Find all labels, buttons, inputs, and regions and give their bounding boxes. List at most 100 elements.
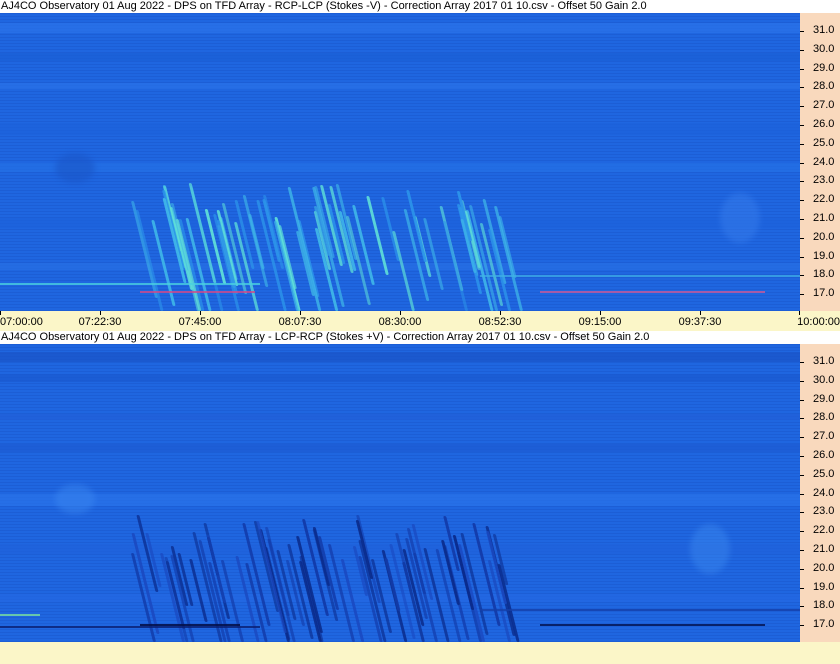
freq-tick-mark	[800, 106, 804, 108]
freq-tick-label: 25.0	[813, 136, 835, 149]
noise-band	[0, 23, 800, 33]
time-tick-label: 08:30:00	[378, 316, 422, 328]
freq-tick-label: 30.0	[813, 373, 835, 386]
time-tick-label: 07:00:00	[0, 316, 43, 328]
rfi-line	[540, 624, 765, 626]
freq-tick-label: 29.0	[813, 61, 835, 74]
freq-tick-label: 27.0	[813, 430, 835, 443]
freq-tick-mark	[800, 550, 804, 551]
freq-tick-label: 22.0	[813, 193, 835, 206]
freq-tick-mark	[800, 399, 804, 401]
freq-tick-label: 20.0	[813, 561, 835, 574]
freq-tick-label: 18.0	[813, 268, 835, 281]
noise-band	[0, 352, 800, 362]
freq-tick-label: 20.0	[813, 230, 835, 243]
frequency-axis-top: 31.0 30.0 29.0 28.0 27.0 26.0 25.0 24.0 23.0 22.0…	[800, 13, 840, 311]
noise-band	[0, 414, 800, 420]
time-tick-mark	[700, 311, 701, 315]
freq-tick-label: 26.0	[813, 118, 835, 130]
time-tick-label: 09:37:30	[678, 316, 722, 328]
freq-tick-mark	[800, 68, 804, 70]
freq-tick-mark	[800, 87, 804, 89]
time-tick-mark	[600, 311, 601, 315]
freq-tick-mark	[800, 256, 804, 258]
freq-tick-label: 30.0	[813, 42, 835, 55]
freq-tick-label: 23.0	[813, 505, 835, 518]
time-tick-label: 10:00:00	[797, 316, 840, 328]
noise-blob	[55, 153, 95, 183]
freq-tick-mark	[800, 162, 804, 164]
panel-1-title: AJ4CO Observatory 01 Aug 2022 - DPS on T…	[0, 0, 840, 13]
rfi-line	[0, 626, 260, 628]
noise-band	[0, 83, 800, 89]
bottom-time-strip	[0, 642, 840, 664]
time-tick-label: 08:52:30	[478, 316, 522, 328]
noise-blob	[55, 484, 95, 514]
freq-tick-label: 24.0	[813, 155, 835, 168]
freq-tick-mark	[800, 568, 804, 570]
time-tick-mark	[0, 311, 1, 315]
frequency-axis-bottom: 31.0 30.0 29.0 28.0 27.0 26.0 25.0 24.0 23.0 22.0…	[800, 344, 840, 642]
spectrogram-lcp-rcp[interactable]	[0, 344, 800, 642]
freq-tick-label: 27.0	[813, 99, 835, 112]
noise-blob	[720, 193, 760, 243]
panel-2-title: AJ4CO Observatory 01 Aug 2022 - DPS on T…	[0, 331, 840, 344]
burst-streak	[423, 218, 445, 291]
freq-tick-label: 31.0	[813, 24, 835, 36]
rfi-line	[140, 624, 240, 626]
time-tick-label: 09:15:00	[578, 316, 622, 328]
rfi-line	[140, 291, 255, 293]
freq-tick-label: 26.0	[813, 449, 835, 461]
time-tick-label: 07:22:30	[78, 316, 122, 328]
freq-tick-label: 18.0	[813, 599, 835, 612]
time-tick-mark	[400, 311, 401, 315]
freq-tick-mark	[800, 275, 804, 277]
noise-band	[0, 218, 800, 228]
freq-tick-mark	[800, 143, 804, 145]
freq-tick-mark	[800, 200, 804, 202]
freq-tick-label: 31.0	[813, 355, 835, 367]
freq-tick-label: 28.0	[813, 80, 835, 93]
freq-tick-mark	[800, 512, 804, 514]
noise-band	[0, 494, 800, 506]
freq-tick-mark	[800, 625, 804, 627]
time-tick-mark	[300, 311, 301, 315]
freq-tick-mark	[800, 474, 804, 476]
time-tick-mark	[500, 311, 501, 315]
freq-tick-mark	[800, 294, 804, 296]
freq-tick-mark	[800, 181, 804, 183]
freq-tick-mark	[800, 219, 804, 220]
freq-tick-label: 24.0	[813, 486, 835, 499]
freq-tick-mark	[800, 418, 804, 420]
freq-tick-label: 17.0	[813, 287, 835, 300]
spectrogram-rcp-lcp[interactable]	[0, 13, 800, 311]
time-tick-label: 08:07:30	[278, 316, 322, 328]
freq-tick-mark	[800, 437, 804, 439]
freq-tick-mark	[800, 31, 804, 32]
time-tick-label: 07:45:00	[178, 316, 222, 328]
freq-tick-mark	[800, 362, 804, 363]
noise-blob	[690, 524, 730, 574]
freq-tick-mark	[800, 456, 804, 457]
freq-tick-mark	[800, 380, 804, 382]
time-axis: 07:00:00 07:22:30 07:45:00 08:07:30 08:30:00…	[0, 311, 840, 331]
freq-tick-mark	[800, 125, 804, 126]
noise-band	[0, 163, 800, 172]
time-tick-mark	[100, 311, 101, 315]
freq-tick-label: 29.0	[813, 392, 835, 405]
noise-band	[0, 594, 800, 602]
freq-tick-label: 17.0	[813, 618, 835, 631]
freq-tick-mark	[800, 237, 804, 239]
freq-tick-label: 19.0	[813, 580, 835, 593]
freq-tick-mark	[800, 531, 804, 533]
rfi-line	[540, 291, 765, 293]
time-tick-mark	[799, 311, 800, 315]
freq-tick-mark	[800, 493, 804, 495]
rfi-line	[480, 609, 800, 611]
freq-tick-label: 21.0	[813, 212, 835, 224]
freq-tick-label: 28.0	[813, 411, 835, 424]
rfi-line	[0, 614, 40, 616]
noise-band	[0, 123, 800, 135]
freq-tick-label: 23.0	[813, 174, 835, 187]
freq-tick-mark	[800, 587, 804, 589]
